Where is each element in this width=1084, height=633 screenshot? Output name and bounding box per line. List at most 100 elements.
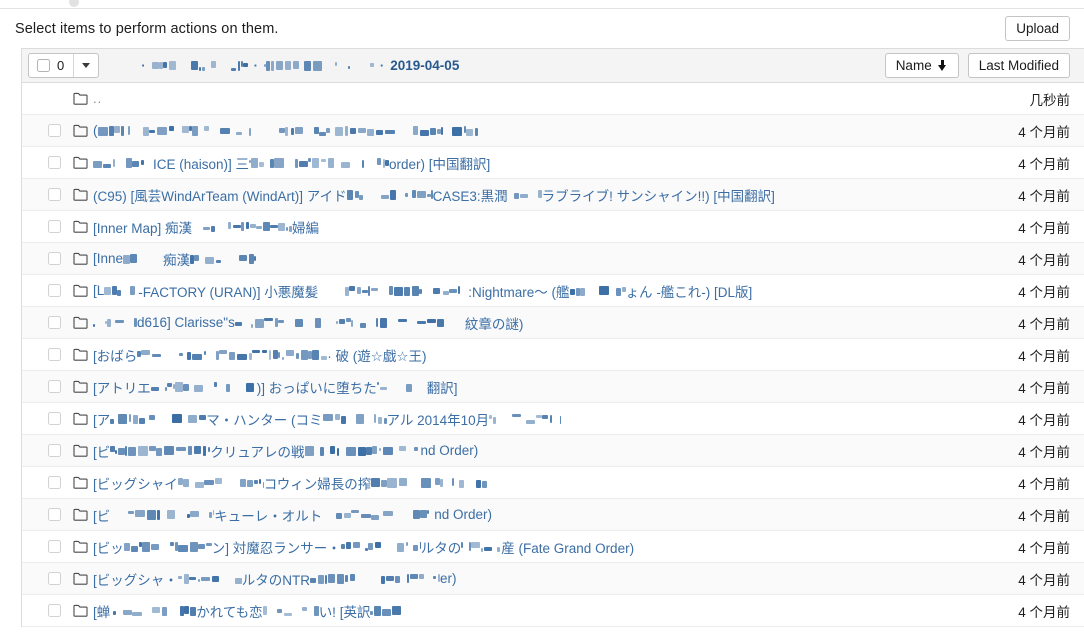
sort-by-name-button[interactable]: Name bbox=[884, 53, 959, 78]
row-checkbox-cell[interactable] bbox=[22, 316, 68, 329]
breadcrumb-current-folder[interactable]: 2019-04-05 bbox=[390, 58, 459, 73]
text-fragment: ( bbox=[93, 123, 98, 138]
table-row[interactable]: [ビッグシャイ コウィン婦長の搾 4 个月前 bbox=[22, 467, 1084, 499]
row-checkbox-cell[interactable] bbox=[22, 540, 68, 553]
file-name-link[interactable]: [L -FACTORY (URAN)] 小悪魔髪:Nightmare〜 (艦 ょん … bbox=[93, 281, 1018, 301]
table-row[interactable]: (C95) [風芸WindArTeam (WindArt)] アイド CASE3:… bbox=[22, 179, 1084, 211]
file-name-link[interactable]: [ビッグシャ・ ルタのNTR er) bbox=[93, 569, 1018, 589]
checkbox-icon[interactable] bbox=[48, 604, 61, 617]
table-row[interactable]: [ビ クリュアレの戦 nd Order) 4 个月前 bbox=[22, 435, 1084, 467]
table-row[interactable]: [Inne 痴漢 4 个月前 bbox=[22, 243, 1084, 275]
file-name-link[interactable]: [ビ キューレ・オルト nd Order) bbox=[93, 505, 1018, 525]
select-all-control[interactable]: 0 bbox=[29, 54, 73, 77]
file-name-link[interactable]: [アトリエ)] おっぱいに堕ちた 翻訳] bbox=[93, 377, 1018, 397]
redacted-text-block bbox=[249, 156, 390, 169]
table-row[interactable]: .. 几秒前 bbox=[22, 83, 1084, 115]
table-row[interactable]: [ビ キューレ・オルト nd Order) 4 个月前 bbox=[22, 499, 1084, 531]
file-name-link[interactable]: [ア マ・ハンター (コミ アル 2014年10月 bbox=[93, 409, 1018, 429]
checkbox-icon[interactable] bbox=[48, 284, 61, 297]
file-name-link[interactable]: [蝉 かれても恋 い! [英訳 bbox=[93, 601, 1018, 621]
file-name-link[interactable]: .. bbox=[93, 91, 1030, 106]
file-name-link[interactable]: ICE (haison)] 三 order) [中国翻訳] bbox=[93, 153, 1018, 173]
text-fragment: ょん -艦これ-) [DL版] bbox=[625, 284, 753, 300]
row-checkbox-cell[interactable] bbox=[22, 380, 68, 393]
row-checkbox-cell[interactable] bbox=[22, 252, 68, 265]
file-name-link[interactable]: [ビ クリュアレの戦 nd Order) bbox=[93, 441, 1018, 461]
row-checkbox-cell[interactable] bbox=[22, 348, 68, 361]
file-name-link[interactable]: [Inner Map] 痴漢 婦編 bbox=[93, 217, 1018, 237]
checkbox-icon[interactable] bbox=[48, 156, 61, 169]
checkbox-icon[interactable] bbox=[37, 59, 50, 72]
upload-button[interactable]: Upload bbox=[1005, 16, 1070, 41]
table-row[interactable]: [ビッ ン] 対魔忍ランサー・ ルタの 産 (Fate Grand Order) 4 个… bbox=[22, 531, 1084, 563]
table-row[interactable]: [おばら · 破 (遊☆戯☆王) 4 个月前 bbox=[22, 339, 1084, 371]
row-checkbox-cell[interactable] bbox=[22, 220, 68, 233]
text-fragment: [蝉 bbox=[93, 604, 111, 620]
row-icon-cell bbox=[68, 444, 93, 457]
redacted-text-block bbox=[117, 59, 135, 72]
text-fragment: · 破 (遊☆戯☆王) bbox=[327, 348, 427, 364]
checkbox-icon[interactable] bbox=[48, 444, 61, 457]
table-row[interactable]: [ビッグシャ・ ルタのNTR er) 4 个月前 bbox=[22, 563, 1084, 595]
table-row[interactable]: (4 个月前 bbox=[22, 115, 1084, 147]
row-checkbox-cell[interactable] bbox=[22, 156, 68, 169]
checkbox-icon[interactable] bbox=[48, 540, 61, 553]
arrow-down-icon bbox=[937, 60, 948, 71]
row-checkbox-cell[interactable] bbox=[22, 604, 68, 617]
select-menu-toggle[interactable] bbox=[73, 54, 98, 77]
table-row[interactable]: [ア マ・ハンター (コミ アル 2014年10月 4 个月前 bbox=[22, 403, 1084, 435]
select-all-group[interactable]: 0 bbox=[28, 53, 100, 78]
text-fragment: 産 (Fate Grand Order) bbox=[501, 540, 635, 556]
table-row[interactable]: [蝉 かれても恋 い! [英訳 4 个月前 bbox=[22, 595, 1084, 627]
checkbox-icon[interactable] bbox=[48, 348, 61, 361]
file-name-link[interactable]: d616] Clarisse"s 紋章の謎) bbox=[93, 313, 1018, 333]
file-name-link[interactable]: (C95) [風芸WindArTeam (WindArt)] アイド CASE3:… bbox=[93, 185, 1018, 205]
row-checkbox-cell[interactable] bbox=[22, 412, 68, 425]
text-fragment: ラブライブ! サンシャイン!!) [中国翻訳] bbox=[541, 188, 775, 204]
folder-icon bbox=[73, 476, 88, 489]
checkbox-icon[interactable] bbox=[48, 476, 61, 489]
checkbox-icon[interactable] bbox=[48, 220, 61, 233]
table-row[interactable]: [アトリエ)] おっぱいに堕ちた 翻訳] 4 个月前 bbox=[22, 371, 1084, 403]
checkbox-icon[interactable] bbox=[48, 572, 61, 585]
row-checkbox-cell[interactable] bbox=[22, 188, 68, 201]
redacted-text-block bbox=[340, 540, 421, 553]
text-fragment: クリュアレの戦 bbox=[210, 444, 305, 460]
text-fragment: [Inne bbox=[93, 251, 124, 266]
last-modified-cell: 4 个月前 bbox=[1018, 124, 1070, 140]
row-checkbox-cell[interactable] bbox=[22, 284, 68, 297]
file-name-link[interactable]: [ビッグシャイ コウィン婦長の搾 bbox=[93, 473, 1018, 493]
listing-toolbar: 0 · · · 2019-04-05 Name Last Modified bbox=[22, 49, 1084, 83]
breadcrumb[interactable]: · · · 2019-04-05 bbox=[117, 58, 884, 73]
redacted-text-block bbox=[318, 284, 468, 297]
checkbox-icon[interactable] bbox=[48, 380, 61, 393]
row-checkbox-cell[interactable] bbox=[22, 508, 68, 521]
checkbox-icon[interactable] bbox=[48, 188, 61, 201]
checkbox-icon[interactable] bbox=[48, 124, 61, 137]
row-checkbox-cell[interactable] bbox=[22, 444, 68, 457]
file-name-link[interactable]: ( bbox=[93, 123, 1018, 138]
sort-by-modified-button[interactable]: Last Modified bbox=[967, 53, 1070, 78]
selection-hint-text: Select items to perform actions on them. bbox=[15, 20, 279, 37]
redacted-text-block bbox=[262, 604, 319, 617]
checkbox-icon[interactable] bbox=[48, 412, 61, 425]
checkbox-icon[interactable] bbox=[48, 252, 61, 265]
table-row[interactable]: [Inner Map] 痴漢 婦編 4 个月前 bbox=[22, 211, 1084, 243]
text-fragment: [ア bbox=[93, 412, 111, 428]
file-name-link[interactable]: [ビッ ン] 対魔忍ランサー・ ルタの 産 (Fate Grand Order) bbox=[93, 537, 1018, 557]
checkbox-icon[interactable] bbox=[48, 316, 61, 329]
table-row[interactable]: ICE (haison)] 三 order) [中国翻訳] 4 个月前 bbox=[22, 147, 1084, 179]
row-checkbox-cell[interactable] bbox=[22, 124, 68, 137]
redacted-text-block bbox=[322, 412, 387, 425]
parent-directory-label: .. bbox=[93, 91, 103, 106]
row-checkbox-cell[interactable] bbox=[22, 476, 68, 489]
text-fragment: nd Order) bbox=[420, 443, 479, 458]
row-checkbox-cell[interactable] bbox=[22, 572, 68, 585]
file-name-link[interactable]: [おばら · 破 (遊☆戯☆王) bbox=[93, 345, 1018, 365]
table-row[interactable]: d616] Clarisse"s 紋章の謎) 4 个月前 bbox=[22, 307, 1084, 339]
last-modified-cell: 4 个月前 bbox=[1018, 156, 1070, 172]
checkbox-icon[interactable] bbox=[48, 508, 61, 521]
table-row[interactable]: [L -FACTORY (URAN)] 小悪魔髪:Nightmare〜 (艦 ょん … bbox=[22, 275, 1084, 307]
file-name-link[interactable]: [Inne 痴漢 bbox=[93, 249, 1018, 269]
row-icon-cell bbox=[68, 508, 93, 521]
